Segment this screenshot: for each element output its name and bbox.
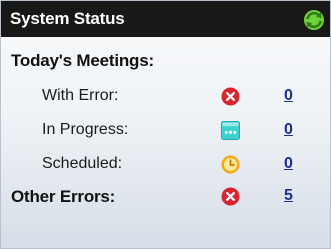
other-errors-heading: Other Errors:	[11, 187, 116, 206]
clock-icon	[221, 155, 240, 174]
error-icon	[221, 187, 240, 206]
system-status-widget: System Status Today's Meetings: With Err…	[0, 0, 331, 249]
todays-meetings-heading: Today's Meetings:	[11, 51, 154, 70]
error-icon	[221, 87, 240, 106]
refresh-icon[interactable]	[303, 9, 325, 31]
in-progress-icon	[221, 121, 240, 140]
widget-title: System Status	[10, 9, 125, 28]
in-progress-count-link[interactable]: 0	[284, 121, 293, 139]
with-error-count-link[interactable]: 0	[284, 87, 293, 105]
with-error-label: With Error:	[42, 87, 119, 104]
in-progress-label: In Progress:	[42, 121, 129, 138]
scheduled-label: Scheduled:	[42, 155, 123, 172]
title-bar: System Status	[1, 1, 330, 37]
scheduled-count-link[interactable]: 0	[284, 155, 293, 173]
other-errors-count-link[interactable]: 5	[284, 187, 293, 205]
